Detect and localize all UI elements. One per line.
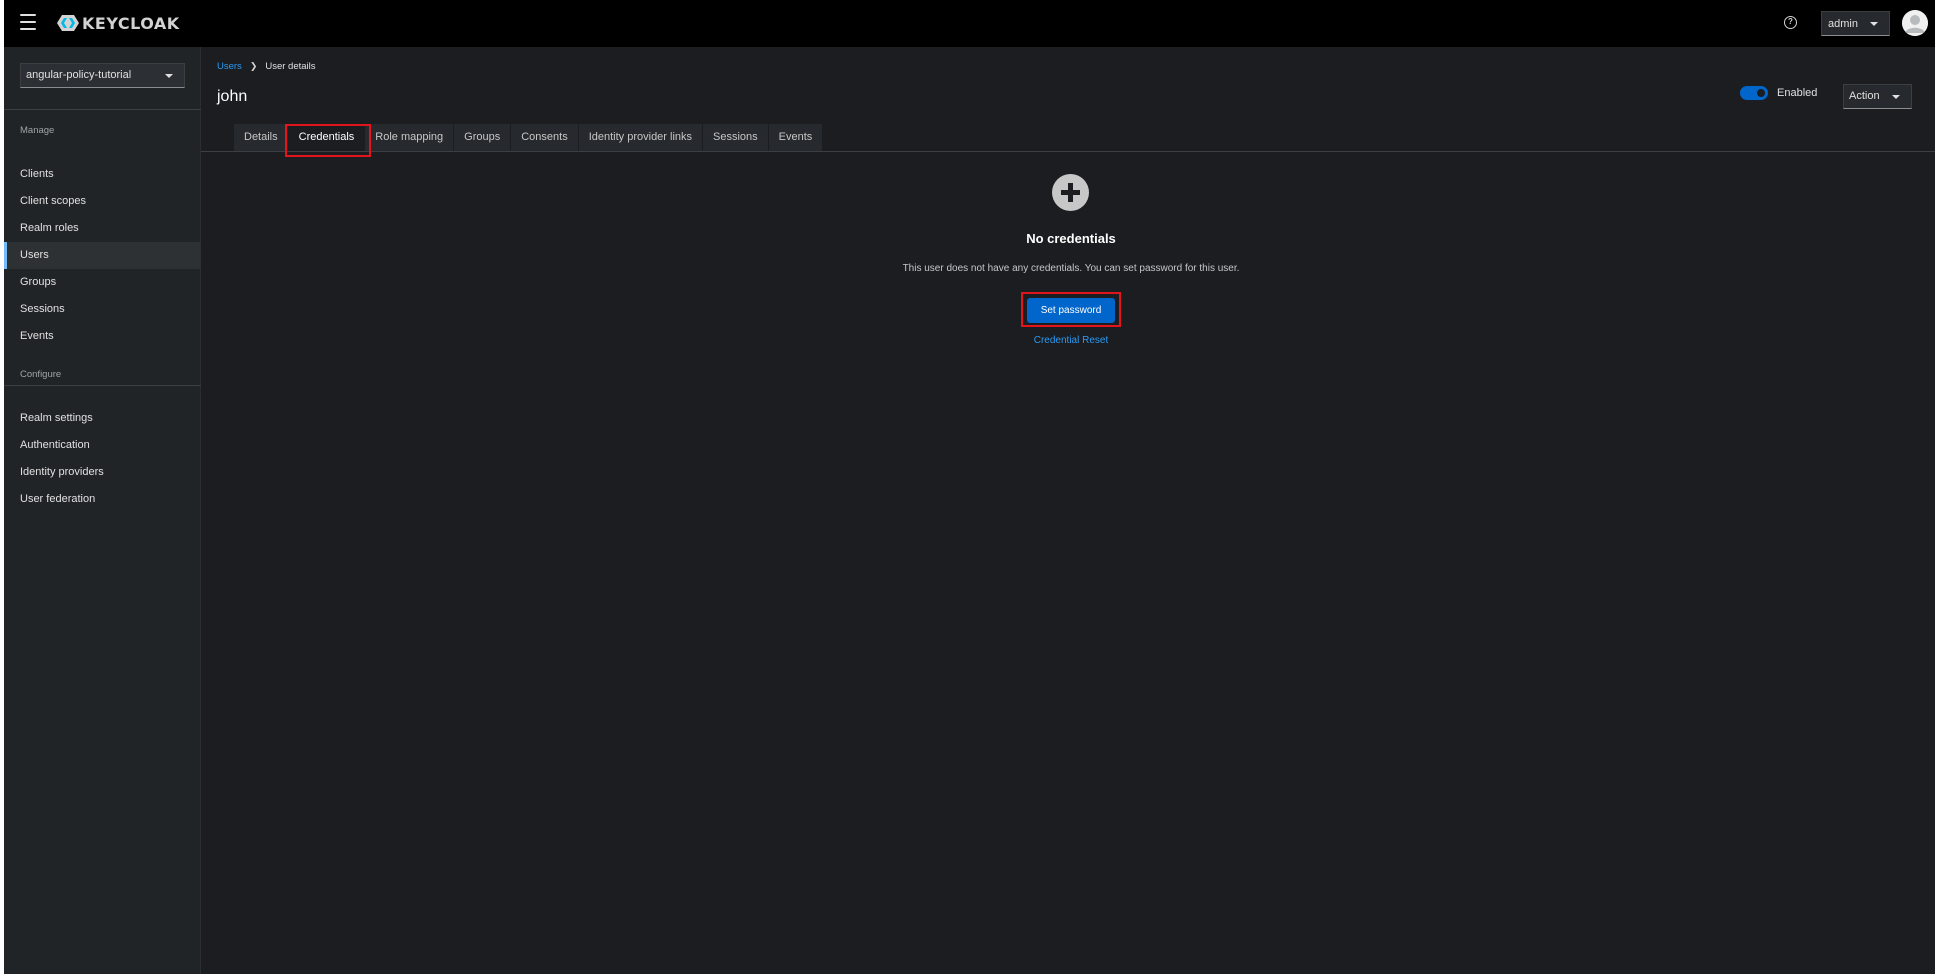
breadcrumb-current: User details [265, 61, 316, 72]
tab-credentials[interactable]: Credentials [288, 124, 366, 151]
sidebar-item-groups[interactable]: Groups [4, 269, 201, 296]
tab-details[interactable]: Details [234, 124, 289, 151]
avatar[interactable] [1902, 10, 1928, 36]
tab-label: Identity provider links [588, 131, 693, 143]
keycloak-logo-icon [57, 15, 79, 31]
user-menu-dropdown[interactable]: admin [1821, 11, 1890, 36]
masthead: KEYCLOAK ? admin [4, 0, 1935, 47]
sidebar-item-label: User federation [20, 493, 96, 505]
tab-bar: Details Credentials Role mapping Groups … [234, 124, 824, 151]
tab-consents[interactable]: Consents [511, 124, 579, 151]
credential-reset-link[interactable]: Credential Reset [971, 335, 1171, 346]
divider [4, 109, 201, 110]
sidebar-item-label: Realm roles [20, 222, 79, 234]
tab-label: Consents [521, 131, 568, 143]
tab-sessions[interactable]: Sessions [703, 124, 769, 151]
sidebar-item-authentication[interactable]: Authentication [4, 432, 201, 459]
empty-state-body: This user does not have any credentials.… [902, 263, 1240, 274]
action-dropdown-label: Action [1849, 90, 1880, 102]
tab-label: Role mapping [375, 131, 444, 143]
sidebar-item-label: Users [20, 249, 49, 261]
sidebar-item-label: Groups [20, 276, 57, 288]
realm-selector-label: angular-policy-tutorial [26, 69, 132, 81]
plus-circle-icon [1052, 174, 1089, 211]
sidebar-item-users[interactable]: Users [4, 242, 201, 269]
caret-down-icon [165, 74, 173, 78]
sidebar-item-label: Client scopes [20, 195, 87, 207]
tab-role-mapping[interactable]: Role mapping [365, 124, 455, 151]
keycloak-logo[interactable]: KEYCLOAK [56, 12, 180, 34]
realm-selector[interactable]: angular-policy-tutorial [20, 63, 185, 88]
section-title-manage: Manage [20, 125, 55, 136]
sidebar-item-label: Clients [20, 168, 54, 180]
sidebar-item-user-federation[interactable]: User federation [4, 486, 201, 513]
sidebar-item-label: Sessions [20, 303, 65, 315]
user-menu-label: admin [1828, 17, 1858, 30]
tab-identity-provider-links[interactable]: Identity provider links [578, 124, 704, 151]
breadcrumb: Users ❯ User details [217, 61, 316, 72]
sidebar-item-label: Authentication [20, 439, 90, 451]
action-dropdown[interactable]: Action [1843, 84, 1912, 109]
tab-label: Events [778, 131, 813, 143]
sidebar-item-events[interactable]: Events [4, 323, 201, 350]
caret-down-icon [1892, 95, 1900, 99]
tab-label: Details [244, 131, 278, 143]
tab-groups[interactable]: Groups [454, 124, 512, 151]
sidebar-item-label: Events [20, 330, 54, 342]
user-avatar-icon [1902, 10, 1928, 36]
enabled-toggle-label: Enabled [1777, 87, 1818, 99]
help-icon[interactable]: ? [1784, 16, 1797, 29]
app-window: KEYCLOAK ? admin angular-policy-tutorial… [4, 0, 1935, 974]
divider [4, 385, 201, 386]
sidebar-item-identity-providers[interactable]: Identity providers [4, 459, 201, 486]
tabs-divider [201, 151, 1935, 152]
caret-down-icon [1870, 22, 1878, 26]
tab-label: Groups [464, 131, 501, 143]
hamburger-menu-icon[interactable] [20, 14, 36, 30]
sidebar-item-label: Identity providers [20, 466, 104, 478]
brand-name: KEYCLOAK [82, 13, 180, 33]
enabled-toggle[interactable] [1740, 86, 1768, 100]
tab-label: Sessions [713, 131, 758, 143]
sidebar-item-label: Realm settings [20, 412, 93, 424]
sidebar: angular-policy-tutorial Manage Clients C… [4, 47, 201, 974]
sidebar-item-realm-settings[interactable]: Realm settings [4, 405, 201, 432]
sidebar-item-client-scopes[interactable]: Client scopes [4, 188, 201, 215]
sidebar-item-realm-roles[interactable]: Realm roles [4, 215, 201, 242]
empty-state-title: No credentials [1026, 231, 1116, 246]
set-password-button[interactable]: Set password [1027, 298, 1115, 323]
breadcrumb-link-users[interactable]: Users [217, 61, 242, 72]
page-title: john [217, 88, 248, 105]
section-title-configure: Configure [20, 369, 62, 380]
sidebar-item-clients[interactable]: Clients [4, 161, 201, 188]
sidebar-item-sessions[interactable]: Sessions [4, 296, 201, 323]
tab-label: Credentials [298, 131, 355, 143]
tab-events[interactable]: Events [768, 124, 824, 151]
chevron-right-icon: ❯ [249, 61, 258, 71]
